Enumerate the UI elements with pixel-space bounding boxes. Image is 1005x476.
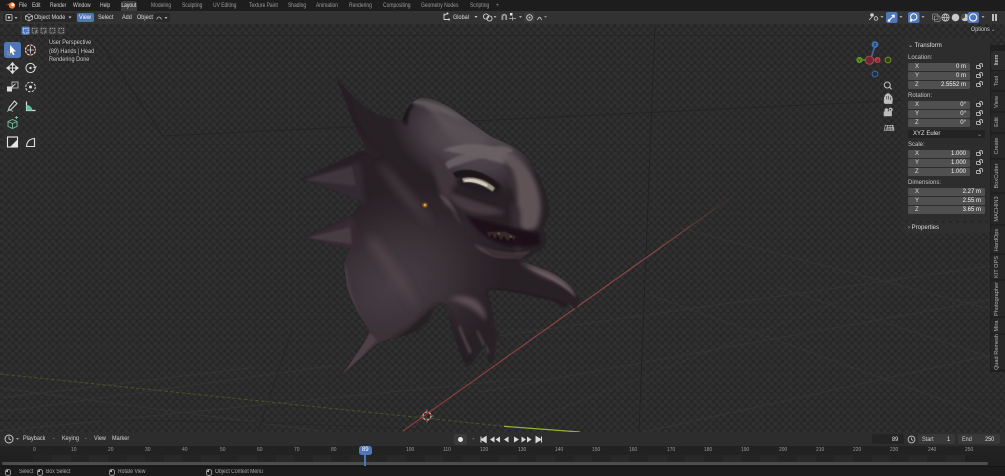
svg-text:Y: Y	[858, 58, 861, 63]
svg-text:Z: Z	[874, 42, 877, 47]
svg-text:X: X	[876, 58, 879, 63]
svg-text:−: −	[44, 28, 47, 33]
svg-text:+: +	[35, 28, 38, 33]
